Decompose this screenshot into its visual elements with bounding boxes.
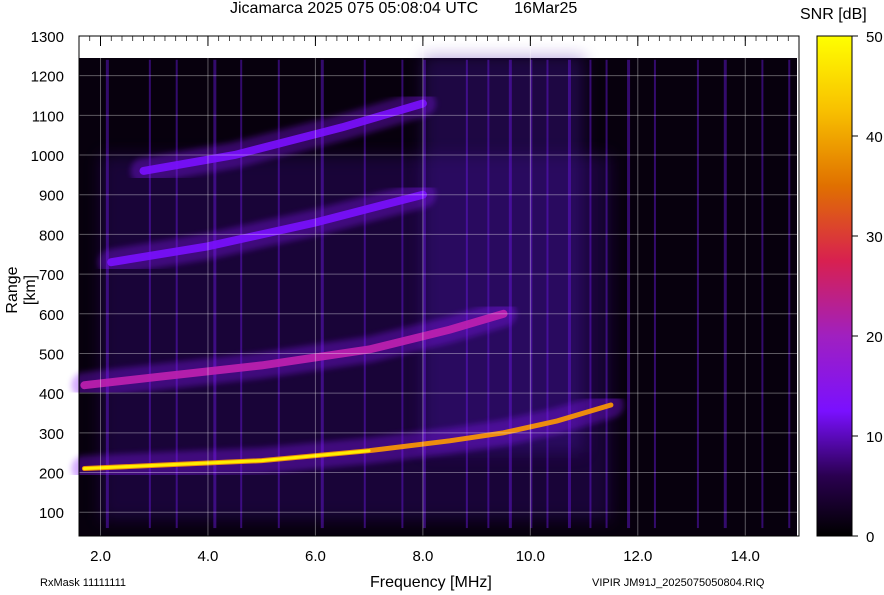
streak-line bbox=[589, 59, 592, 529]
colorbar-tick-label: 50 bbox=[866, 29, 883, 46]
streak-line bbox=[546, 59, 549, 529]
streak-line bbox=[788, 59, 791, 529]
streak-line bbox=[508, 59, 512, 529]
streak-line bbox=[465, 59, 468, 529]
streak-line bbox=[487, 59, 490, 529]
y-tick-label: 100 bbox=[39, 505, 64, 522]
streak-line bbox=[761, 59, 764, 529]
colorbar bbox=[816, 35, 853, 537]
y-tick-label: 900 bbox=[39, 188, 64, 205]
x-tick-label: 4.0 bbox=[198, 548, 219, 565]
y-tick-label: 200 bbox=[39, 466, 64, 483]
streak-line bbox=[605, 59, 608, 529]
colorbar-tick-label: 20 bbox=[866, 329, 883, 346]
streak-line bbox=[723, 59, 727, 529]
x-tick-label: 6.0 bbox=[305, 548, 326, 565]
x-tick-label: 2.0 bbox=[90, 548, 111, 565]
colorbar-tick-label: 30 bbox=[866, 229, 883, 246]
y-tick-label: 800 bbox=[39, 227, 64, 244]
streak-line bbox=[627, 59, 631, 529]
x-tick-label: 10.0 bbox=[516, 548, 545, 565]
x-tick-label: 8.0 bbox=[412, 548, 433, 565]
y-tick-label: 1100 bbox=[32, 108, 64, 125]
y-tick-label: 400 bbox=[39, 386, 64, 403]
x-tick-label: 12.0 bbox=[623, 548, 652, 565]
colorbar-ticks: 0 10 20 30 40 50 bbox=[852, 29, 883, 546]
colorbar-tick-label: 0 bbox=[866, 529, 874, 546]
streak-line bbox=[653, 59, 656, 529]
x-tick-label: 14.0 bbox=[731, 548, 760, 565]
ionogram-chart: 2.0 4.0 6.0 8.0 10.0 12.0 14.01002003004005006… bbox=[31, 29, 883, 565]
streak-line bbox=[696, 59, 699, 529]
y-tick-label: 700 bbox=[39, 267, 64, 284]
colorbar-tick-label: 10 bbox=[866, 429, 883, 446]
y-tick-label: 1200 bbox=[31, 69, 64, 86]
y-tick-label: 1000 bbox=[31, 148, 64, 165]
y-tick-label: 1300 bbox=[31, 29, 64, 46]
y-tick-label: 600 bbox=[39, 307, 64, 324]
y-tick-label: 500 bbox=[39, 346, 64, 363]
streak-line bbox=[567, 59, 571, 529]
y-tick-label: 300 bbox=[39, 426, 64, 443]
colorbar-tick-label: 40 bbox=[866, 129, 883, 146]
